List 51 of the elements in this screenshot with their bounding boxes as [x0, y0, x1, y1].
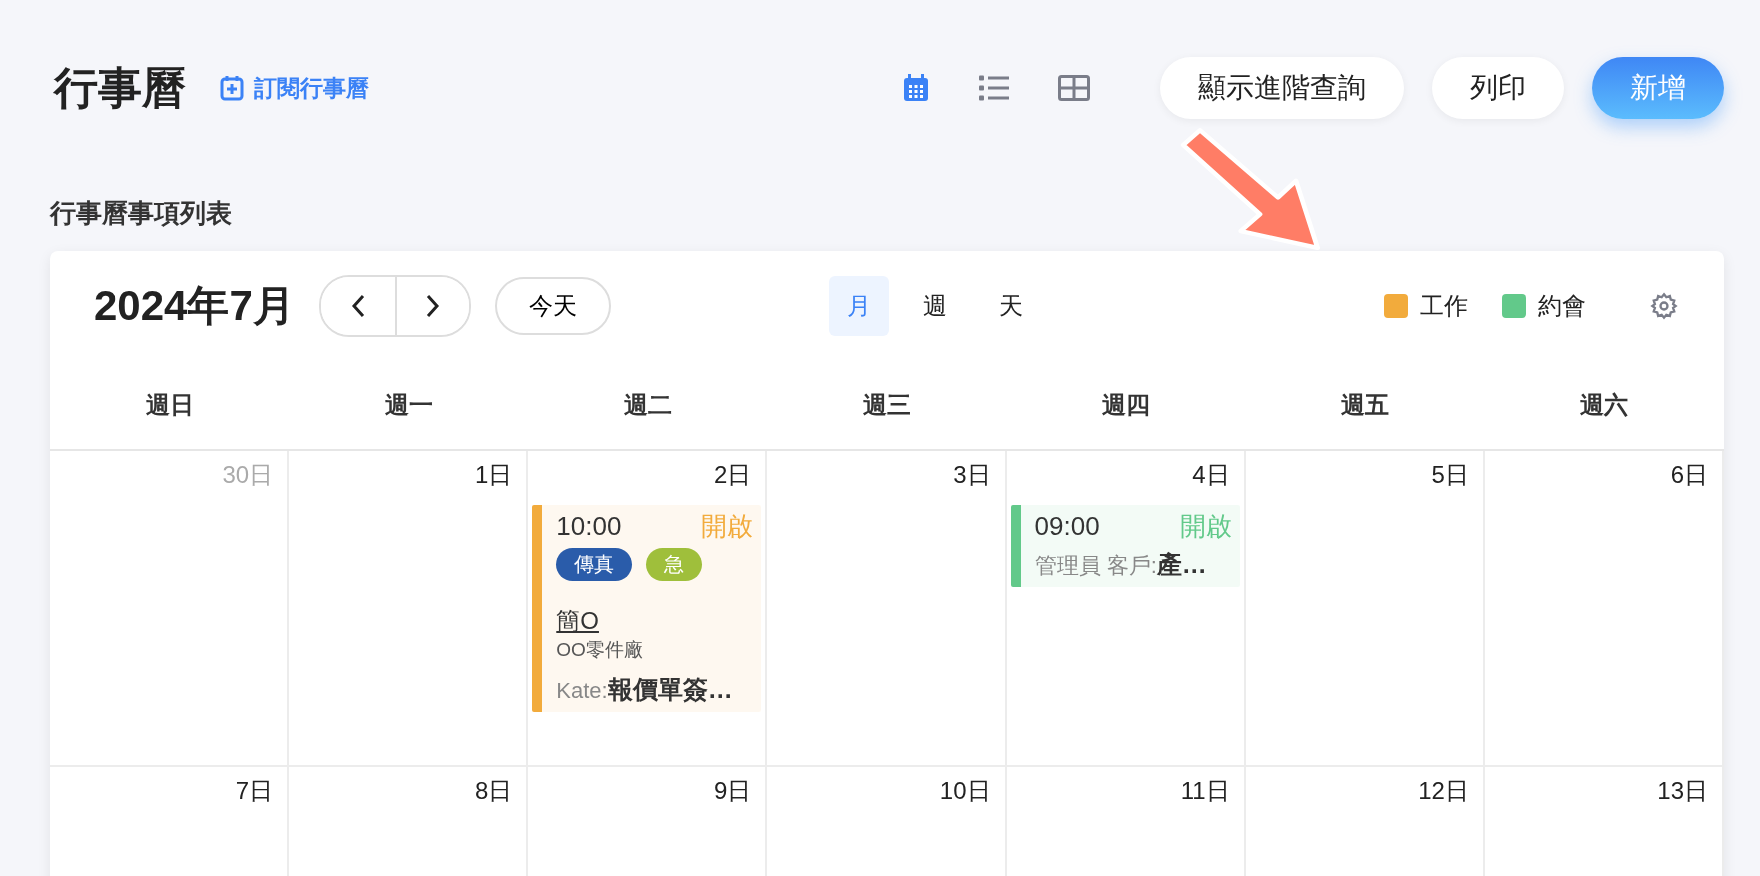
- event-company: OO零件廠: [556, 638, 644, 662]
- day-number: 7日: [234, 776, 275, 806]
- day-number: 11日: [1179, 776, 1231, 806]
- day-number: 13日: [1656, 776, 1709, 806]
- day-number: 1日: [473, 460, 514, 490]
- event-summary: 管理員 客戶:產…: [1034, 549, 1208, 580]
- event-card[interactable]: 09:00 開啟 管理員 客戶:產…: [1010, 505, 1240, 587]
- weekday-header: 週四: [1006, 361, 1246, 451]
- calendar-plus-icon: [220, 75, 244, 101]
- event-title-link[interactable]: 簡O: [556, 605, 754, 637]
- today-button[interactable]: 今天: [494, 277, 611, 335]
- day-number: 12日: [1417, 776, 1470, 806]
- event-status: 開啟: [1179, 510, 1232, 543]
- action-button[interactable]: 列印: [1432, 57, 1564, 119]
- chevron-left-icon: [350, 294, 365, 318]
- legend-label: 工作: [1420, 291, 1468, 321]
- day-number: 2日: [713, 460, 753, 490]
- legend-label: 約會: [1538, 291, 1586, 321]
- day-number: 10日: [938, 776, 992, 806]
- action-button[interactable]: 顯示進階查詢: [1160, 57, 1404, 119]
- event-tag: 急: [646, 548, 703, 581]
- weekday-header: 週三: [767, 361, 1007, 451]
- calendar-icon: [902, 73, 930, 103]
- day-number: 6日: [1669, 460, 1709, 490]
- weekday-header: 週五: [1245, 361, 1485, 451]
- list-icon: [978, 75, 1010, 101]
- weekday-header: 週六: [1484, 361, 1724, 451]
- page-title: 行事曆: [54, 61, 186, 114]
- weekday-header: 週二: [528, 361, 768, 451]
- weekday-header: 週一: [289, 361, 529, 451]
- day-number: 4日: [1191, 460, 1231, 490]
- event-tag: 傳真: [556, 548, 633, 581]
- day-number: 9日: [713, 776, 753, 806]
- chevron-right-icon: [425, 294, 440, 318]
- settings-icon: [1650, 292, 1678, 320]
- day-number: 30日: [221, 460, 275, 490]
- event-time: 09:00: [1034, 511, 1100, 542]
- event-card[interactable]: 10:00 開啟 傳真 急 簡O OO零件廠 Kate:報價單簽…: [532, 505, 762, 712]
- section-title: 行事曆事項列表: [50, 197, 233, 230]
- next-button[interactable]: [394, 277, 469, 335]
- view-tab[interactable]: 天: [980, 276, 1041, 336]
- event-status: 開啟: [701, 510, 754, 543]
- day-number: 8日: [473, 776, 514, 806]
- weekday-header: 週日: [50, 361, 290, 451]
- table-icon: [1058, 75, 1090, 101]
- event-time: 10:00: [556, 511, 622, 542]
- day-number: 5日: [1430, 460, 1470, 490]
- view-tab[interactable]: 週: [904, 276, 965, 336]
- month-label: 2024年7月: [94, 281, 295, 331]
- day-number: 3日: [952, 460, 992, 490]
- event-summary: Kate:報價單簽…: [556, 674, 734, 705]
